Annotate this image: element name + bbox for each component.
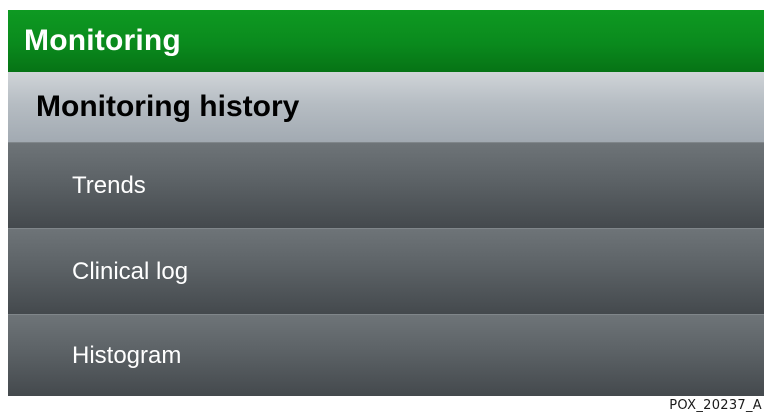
title-bar: Monitoring	[8, 10, 764, 72]
monitor-screen: Monitoring Monitoring history Trends Cli…	[8, 10, 764, 396]
section-title: Monitoring history	[36, 90, 300, 123]
figure-code: POX_20237_A	[669, 398, 762, 413]
screen-title: Monitoring	[24, 24, 181, 57]
menu-item-trends[interactable]: Trends	[8, 142, 764, 228]
menu-item-label: Trends	[72, 171, 146, 199]
menu-item-histogram[interactable]: Histogram	[8, 314, 764, 396]
menu-item-clinical-log[interactable]: Clinical log	[8, 228, 764, 314]
menu-item-label: Clinical log	[72, 257, 189, 285]
menu-item-label: Histogram	[72, 341, 182, 369]
section-header: Monitoring history	[8, 72, 764, 142]
